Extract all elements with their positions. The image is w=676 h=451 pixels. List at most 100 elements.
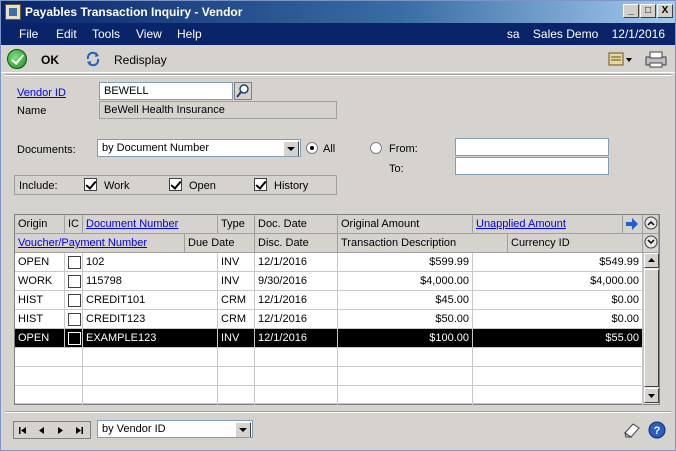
- scroll-down-button[interactable]: [644, 388, 659, 403]
- cell-ic: [65, 272, 83, 291]
- last-record-icon[interactable]: [74, 426, 84, 435]
- menu-file[interactable]: File: [19, 27, 38, 41]
- documents-to-field[interactable]: [455, 157, 609, 175]
- cell-document-number: 115798: [83, 272, 218, 291]
- documents-all-label: All: [323, 143, 336, 155]
- col-doc-date: Doc. Date: [255, 215, 338, 234]
- col-type: Type: [218, 215, 255, 234]
- cell-original-amount: $599.99: [338, 253, 473, 272]
- cell-type: INV: [218, 272, 255, 291]
- expand-icon[interactable]: [643, 234, 659, 253]
- minimize-button[interactable]: _: [623, 4, 639, 18]
- previous-record-icon[interactable]: [38, 426, 46, 435]
- maximize-button[interactable]: □: [640, 4, 656, 18]
- include-work-label: Work: [104, 180, 130, 192]
- include-open-checkbox[interactable]: [169, 178, 182, 191]
- close-button[interactable]: X: [657, 4, 673, 18]
- col-due-date: Due Date: [185, 234, 255, 253]
- cell-empty: [15, 386, 83, 405]
- cell-empty: [15, 367, 83, 386]
- bottom-bar: by Vendor ID ?: [5, 417, 671, 445]
- printer-icon[interactable]: [643, 50, 669, 68]
- cell-ic: [65, 291, 83, 310]
- vendor-lookup-button[interactable]: [234, 82, 252, 100]
- user-date: 12/1/2016: [611, 27, 665, 41]
- divider: [5, 411, 671, 413]
- documents-from-radio[interactable]: [370, 142, 382, 154]
- documents-all-radio[interactable]: [306, 142, 318, 154]
- cell-document-number: EXAMPLE123: [83, 329, 218, 348]
- cell-type: INV: [218, 329, 255, 348]
- cell-doc-date: 12/1/2016: [255, 291, 338, 310]
- cell-unapplied-amount: $0.00: [473, 310, 643, 329]
- cell-origin: HIST: [15, 291, 65, 310]
- col-unapplied-amount[interactable]: Unapplied Amount: [473, 215, 623, 234]
- transactions-grid: Origin IC Document Number Type Doc. Date…: [14, 214, 660, 405]
- cell-empty: [15, 348, 83, 367]
- table-row-empty[interactable]: [15, 386, 643, 405]
- cell-unapplied-amount: $4,000.00: [473, 272, 643, 291]
- cell-doc-date: 12/1/2016: [255, 253, 338, 272]
- cell-original-amount: $45.00: [338, 291, 473, 310]
- cell-empty: [218, 367, 255, 386]
- col-origin: Origin: [15, 215, 65, 234]
- col-document-number[interactable]: Document Number: [83, 215, 218, 234]
- scroll-up-button[interactable]: [644, 253, 659, 268]
- documents-sort-dropdown[interactable]: by Document Number: [97, 139, 301, 157]
- redisplay-button[interactable]: Redisplay: [114, 53, 167, 67]
- documents-from-label: From:: [389, 143, 418, 155]
- arrow-right-icon[interactable]: [623, 215, 643, 234]
- cell-unapplied-amount: $0.00: [473, 291, 643, 310]
- cell-document-number: CREDIT123: [83, 310, 218, 329]
- documents-sort-value: by Document Number: [102, 142, 209, 154]
- user-name: sa: [506, 27, 520, 41]
- cell-doc-date: 12/1/2016: [255, 310, 338, 329]
- chevron-down-icon[interactable]: [235, 422, 251, 437]
- chevron-down-icon[interactable]: [283, 141, 299, 156]
- cell-ic: [65, 310, 83, 329]
- include-history-checkbox[interactable]: [254, 178, 267, 191]
- col-transaction-description: Transaction Description: [338, 234, 508, 253]
- scroll-thumb[interactable]: [644, 269, 659, 387]
- redisplay-icon[interactable]: [85, 51, 101, 67]
- documents-from-field[interactable]: [455, 138, 609, 156]
- table-row[interactable]: HIST CREDIT123 CRM 12/1/2016 $50.00 $0.0…: [15, 310, 643, 329]
- menu-view[interactable]: View: [136, 27, 162, 41]
- cell-ic: [65, 329, 83, 348]
- menu-edit[interactable]: Edit: [56, 27, 77, 41]
- ok-checkmark-icon[interactable]: [7, 49, 27, 69]
- menu-bar: File Edit Tools View Help sa Sales Demo …: [1, 23, 675, 45]
- collapse-icon[interactable]: [643, 215, 659, 234]
- note-icon[interactable]: [623, 421, 641, 439]
- company-name: Sales Demo: [532, 27, 599, 41]
- options-icon[interactable]: [607, 50, 633, 68]
- table-row-empty[interactable]: [15, 367, 643, 386]
- vendor-id-field[interactable]: BEWELL: [99, 82, 233, 100]
- documents-to-label: To:: [389, 163, 404, 175]
- table-row[interactable]: OPEN 102 INV 12/1/2016 $599.99 $549.99: [15, 253, 643, 272]
- menu-tools[interactable]: Tools: [92, 27, 120, 41]
- first-record-icon[interactable]: [18, 426, 28, 435]
- table-row-selected[interactable]: OPEN EXAMPLE123 INV 12/1/2016 $100.00 $5…: [15, 329, 643, 348]
- next-record-icon[interactable]: [56, 426, 64, 435]
- cell-origin: OPEN: [15, 329, 65, 348]
- cell-empty: [218, 348, 255, 367]
- table-row-empty[interactable]: [15, 348, 643, 367]
- table-row[interactable]: HIST CREDIT101 CRM 12/1/2016 $45.00 $0.0…: [15, 291, 643, 310]
- documents-label: Documents:: [17, 144, 76, 156]
- cell-empty: [83, 367, 218, 386]
- cell-ic: [65, 253, 83, 272]
- ok-button[interactable]: OK: [41, 53, 59, 67]
- table-row[interactable]: WORK 115798 INV 9/30/2016 $4,000.00 $4,0…: [15, 272, 643, 291]
- vendor-id-link[interactable]: Vendor ID: [17, 87, 66, 99]
- grid-scrollbar[interactable]: [643, 253, 659, 404]
- help-icon[interactable]: ?: [648, 421, 666, 439]
- include-work-checkbox[interactable]: [84, 178, 97, 191]
- menu-help[interactable]: Help: [177, 27, 202, 41]
- browse-sort-dropdown[interactable]: by Vendor ID: [97, 420, 253, 438]
- cell-document-number: 102: [83, 253, 218, 272]
- cell-type: CRM: [218, 310, 255, 329]
- magnifier-icon: [236, 84, 249, 98]
- col-voucher-payment-number[interactable]: Voucher/Payment Number: [15, 234, 185, 253]
- col-ic: IC: [65, 215, 83, 234]
